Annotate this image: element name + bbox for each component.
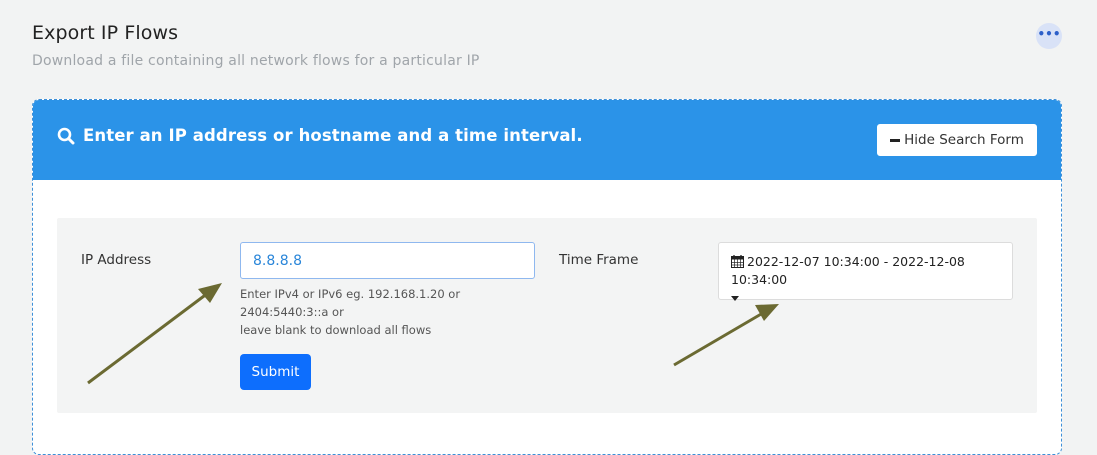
more-options-button[interactable]: ••• <box>1036 23 1062 49</box>
page-subtitle: Download a file containing all network f… <box>32 53 480 69</box>
time-frame-label: Time Frame <box>559 252 639 268</box>
hide-search-form-button[interactable]: Hide Search Form <box>877 124 1037 156</box>
search-panel-title: Enter an IP address or hostname and a ti… <box>83 126 583 145</box>
more-icon: ••• <box>1037 27 1061 41</box>
ip-help-line: 2404:5440:3::a or <box>240 305 344 319</box>
search-icon <box>57 127 75 144</box>
calendar-icon <box>731 255 744 268</box>
minus-icon <box>890 138 901 142</box>
search-panel: Enter an IP address or hostname and a ti… <box>32 99 1062 455</box>
hide-search-form-label: Hide Search Form <box>904 132 1024 148</box>
time-frame-picker[interactable]: 2022-12-07 10:34:00 - 2022-12-08 10:34:0… <box>718 242 1013 301</box>
page-title: Export IP Flows <box>32 22 179 44</box>
submit-button[interactable]: Submit <box>240 354 311 390</box>
ip-help-line: leave blank to download all flows <box>240 323 432 337</box>
ip-help-line: Enter IPv4 or IPv6 eg. 192.168.1.20 or <box>240 287 461 301</box>
ip-address-label: IP Address <box>81 252 152 268</box>
ip-address-input[interactable] <box>240 242 535 279</box>
caret-down-icon <box>731 296 739 301</box>
ip-help-text: Enter IPv4 or IPv6 eg. 192.168.1.20 or 2… <box>240 285 480 339</box>
search-panel-header: Enter an IP address or hostname and a ti… <box>33 100 1061 180</box>
time-frame-value: 2022-12-07 10:34:00 - 2022-12-08 10:34:0… <box>731 254 965 287</box>
page-header: Export IP Flows Download a file containi… <box>32 22 480 69</box>
search-form: IP Address Enter IPv4 or IPv6 eg. 192.16… <box>57 218 1037 413</box>
search-panel-title-row: Enter an IP address or hostname and a ti… <box>57 126 583 145</box>
